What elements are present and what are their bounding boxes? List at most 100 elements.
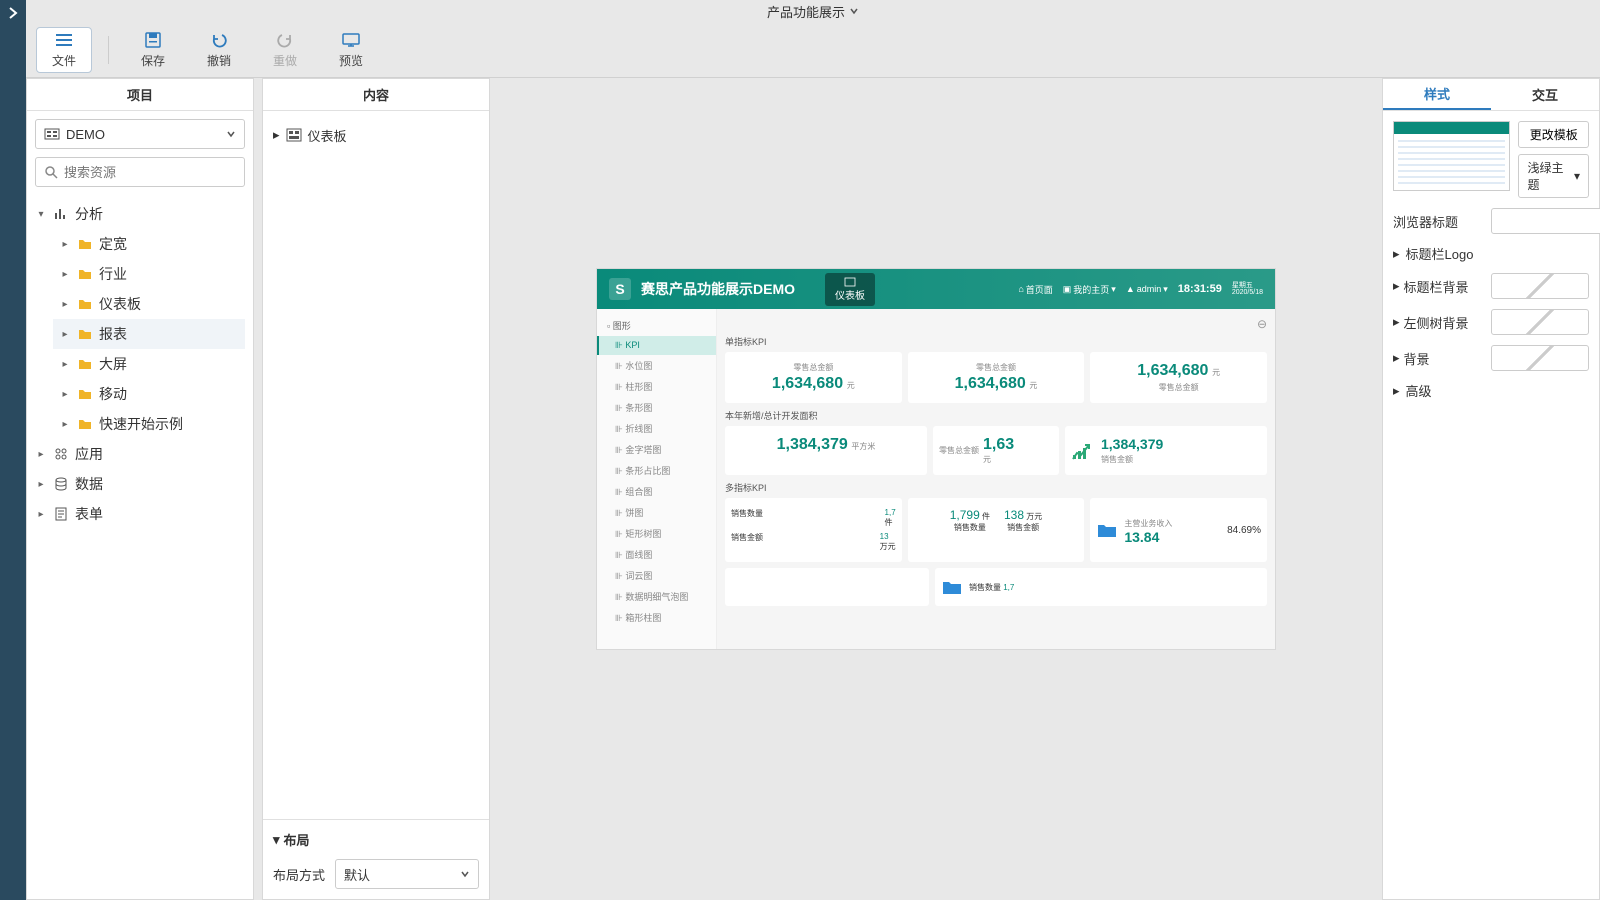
- folder-icon: [77, 296, 93, 312]
- search-icon: [44, 165, 58, 179]
- tree-folder[interactable]: ▸移动: [53, 379, 245, 409]
- datasource-icon: [44, 128, 60, 140]
- caret-right-icon: ▸: [35, 448, 47, 460]
- layout-section-toggle[interactable]: ▾ 布局: [273, 830, 479, 849]
- caret-right-icon: ▸: [35, 508, 47, 520]
- preview-main: ⊖ 单指标KPI 零售总金额 1,634,680 元 零售总金额: [717, 309, 1275, 649]
- tab-interaction[interactable]: 交互: [1491, 79, 1599, 110]
- caret-right-icon: ▸: [59, 238, 71, 250]
- project-panel-title: 项目: [27, 79, 253, 111]
- kpi-card: [725, 568, 929, 606]
- chevron-down-icon: ▾: [1111, 284, 1116, 295]
- caret-down-icon: ▾: [273, 832, 280, 848]
- preview-side-item: ⊪ KPI: [597, 336, 716, 355]
- theme-select[interactable]: 浅绿主题 ▾: [1518, 154, 1589, 198]
- tree-analysis[interactable]: ▾ 分析: [35, 199, 245, 229]
- preview-side-item: ⊪ 矩形树图: [597, 523, 716, 544]
- redo-button[interactable]: 重做: [257, 27, 313, 73]
- kpi-section-title: 多指标KPI: [725, 481, 1267, 494]
- kpi-card: 1,384,379 销售金额: [1065, 426, 1267, 475]
- tree-analysis-children: ▸定宽 ▸行业 ▸仪表板 ▸报表 ▸大屏 ▸移动 ▸快速开始示例: [35, 229, 245, 439]
- preview-button[interactable]: 预览: [323, 27, 379, 73]
- tree-forms[interactable]: ▸ 表单: [35, 499, 245, 529]
- caret-right-icon: ▸: [1393, 246, 1400, 262]
- lefttree-bg-swatch[interactable]: [1491, 309, 1589, 335]
- preview-side-item: ⊪ 箱形柱图: [597, 607, 716, 628]
- tree-apps[interactable]: ▸ 应用: [35, 439, 245, 469]
- kpi-card: 1,634,680 元 零售总金额: [1090, 352, 1267, 403]
- kpi-card: 零售总金额 1,63元: [933, 426, 1059, 475]
- kpi-card: 销售数量 1,7: [935, 568, 1267, 606]
- growth-icon: [1071, 441, 1095, 461]
- expand-rail-icon[interactable]: [6, 6, 20, 20]
- background-swatch[interactable]: [1491, 345, 1589, 371]
- preview-side-group: ▫ 图形: [597, 315, 716, 336]
- search-input-wrap: [35, 157, 245, 187]
- left-rail: [0, 0, 26, 900]
- preview-side-item: ⊪ 金字塔图: [597, 439, 716, 460]
- dashboard-preview[interactable]: S 赛思产品功能展示DEMO 仪表板 ⌂首页面 ▣我的主页▾: [596, 268, 1276, 650]
- preview-side-item: ⊪ 词云图: [597, 565, 716, 586]
- preview-sidebar: ▫ 图形 ⊪ KPI ⊪ 水位图 ⊪ 柱形图 ⊪ 条形图 ⊪ 折线图 ⊪ 金字塔…: [597, 309, 717, 649]
- content-root-item[interactable]: ▸ 仪表板: [273, 121, 479, 149]
- layout-mode-select[interactable]: 默认: [335, 859, 479, 889]
- preview-side-item: ⊪ 柱形图: [597, 376, 716, 397]
- dashboard-small-icon: [844, 277, 856, 287]
- caret-right-icon: ▸: [59, 298, 71, 310]
- database-icon: [53, 476, 69, 492]
- titlebar-bg-swatch[interactable]: [1491, 273, 1589, 299]
- form-icon: [53, 506, 69, 522]
- tree-folder[interactable]: ▸行业: [53, 259, 245, 289]
- kpi-section-title: 本年新增/总计开发面积: [725, 409, 1267, 422]
- preview-side-item: ⊪ 面线图: [597, 544, 716, 565]
- tree-folder[interactable]: ▸大屏: [53, 349, 245, 379]
- search-input[interactable]: [64, 165, 240, 180]
- datasource-select[interactable]: DEMO: [35, 119, 245, 149]
- kpi-card: 零售总金额 1,634,680 元: [908, 352, 1085, 403]
- project-panel: 项目 DEMO ▾: [26, 78, 254, 900]
- kpi-card: 零售总金额 1,634,680 元: [725, 352, 902, 403]
- advanced-section[interactable]: ▸ 高级: [1393, 381, 1589, 400]
- toolbar-separator: [108, 36, 109, 64]
- undo-button[interactable]: 撤销: [191, 27, 247, 73]
- tree-folder[interactable]: ▸定宽: [53, 229, 245, 259]
- caret-right-icon: ▸: [59, 268, 71, 280]
- home-icon: ⌂: [1018, 284, 1023, 294]
- background-section[interactable]: ▸背景: [1393, 349, 1483, 368]
- undo-icon: [209, 30, 229, 50]
- folder-icon: [77, 356, 93, 372]
- preview-side-item: ⊪ 条形占比图: [597, 460, 716, 481]
- file-button[interactable]: 文件: [36, 27, 92, 73]
- chevron-down-icon: ▾: [1574, 169, 1580, 183]
- tree-data[interactable]: ▸ 数据: [35, 469, 245, 499]
- chart-icon: [53, 206, 69, 222]
- titlebar-bg-section[interactable]: ▸标题栏背景: [1393, 277, 1483, 296]
- save-button[interactable]: 保存: [125, 27, 181, 73]
- preview-side-item: ⊪ 饼图: [597, 502, 716, 523]
- content-panel-title: 内容: [263, 79, 489, 111]
- tree-folder-hover[interactable]: ▸报表: [53, 319, 245, 349]
- titlebar-logo-section[interactable]: ▸ 标题栏Logo: [1393, 244, 1589, 263]
- page-icon: ▣: [1063, 284, 1072, 295]
- caret-down-icon: ▾: [35, 208, 47, 220]
- tab-style[interactable]: 样式: [1383, 79, 1491, 110]
- folder-icon: [77, 326, 93, 342]
- change-template-button[interactable]: 更改模板: [1518, 121, 1589, 148]
- browser-title-input[interactable]: [1491, 208, 1600, 234]
- layout-mode-label: 布局方式: [273, 865, 325, 884]
- preview-active-tab: 仪表板: [825, 273, 875, 306]
- lefttree-bg-section[interactable]: ▸左侧树背景: [1393, 313, 1483, 332]
- template-thumbnail[interactable]: [1393, 121, 1510, 191]
- layout-section: ▾ 布局 布局方式 默认: [263, 819, 489, 899]
- preview-icon: [341, 30, 361, 50]
- caret-right-icon: ▸: [1393, 350, 1400, 366]
- menu-icon: [54, 30, 74, 50]
- caret-right-icon: ▸: [273, 127, 280, 143]
- topbar: 产品功能展示: [26, 0, 1600, 22]
- browser-title-label: 浏览器标题: [1393, 212, 1483, 231]
- tree-folder[interactable]: ▸仪表板: [53, 289, 245, 319]
- folder-blue-icon: [1096, 521, 1118, 539]
- tree-folder[interactable]: ▸快速开始示例: [53, 409, 245, 439]
- chevron-down-icon: [460, 869, 470, 879]
- app-title-dropdown[interactable]: 产品功能展示: [767, 2, 859, 21]
